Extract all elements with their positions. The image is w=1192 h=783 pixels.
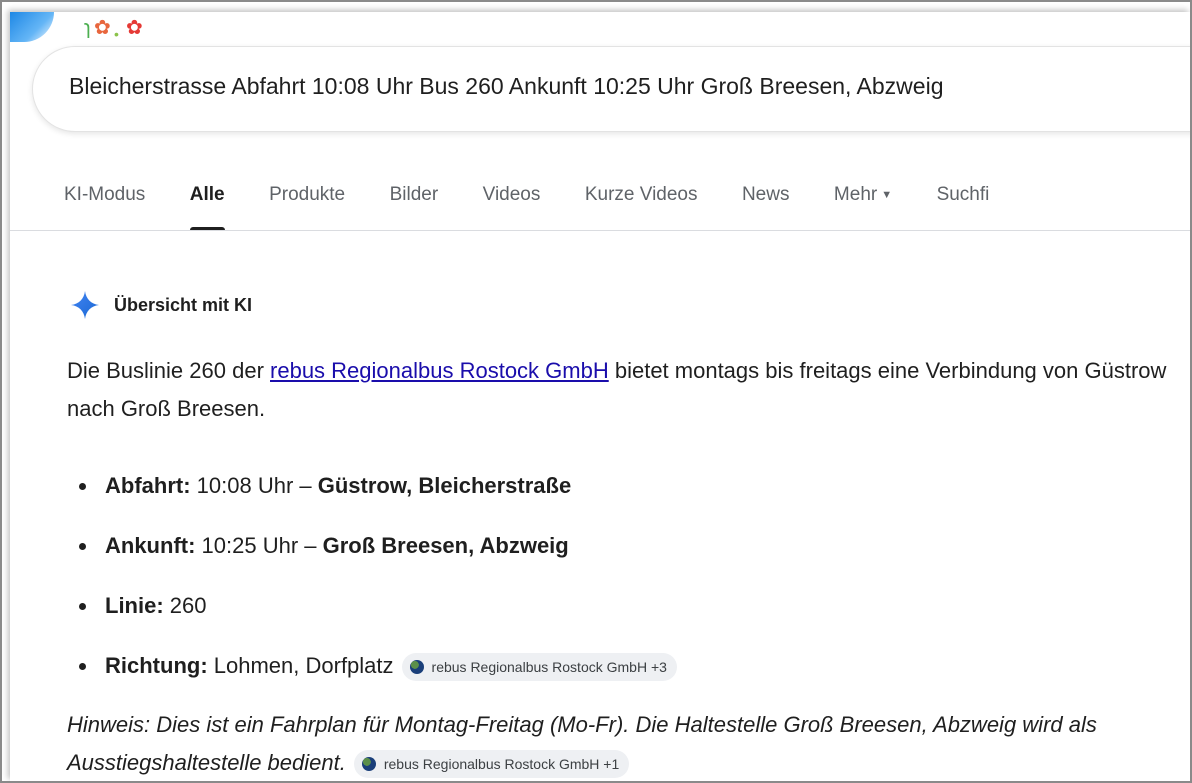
tab-bilder[interactable]: Bilder [390, 180, 439, 232]
rebus-favicon-icon [361, 757, 376, 772]
tab-videos[interactable]: Videos [483, 180, 541, 232]
bullet-label: Abfahrt: [105, 473, 191, 498]
tabs-divider [10, 230, 1190, 231]
flower-icon: ✿ [126, 17, 143, 39]
tab-mehr-label: Mehr [833, 184, 878, 206]
bullet-value: Lohmen, Dorfplatz [207, 653, 394, 678]
source-chip[interactable]: rebus Regionalbus Rostock GmbH +3 [401, 653, 677, 682]
tab-ki-modus[interactable]: KI-Modus [64, 180, 145, 232]
tab-alle[interactable]: Alle [189, 180, 225, 232]
bullet-value: 10:08 Uhr – [190, 473, 318, 498]
list-item-abfahrt: Abfahrt: 10:08 Uhr – Güstrow, Bleicherst… [67, 466, 677, 526]
intro-text: Die Buslinie 260 der [67, 358, 271, 383]
sparkle-icon [71, 291, 99, 319]
source-chip-label: rebus Regionalbus Rostock GmbH +3 [431, 659, 667, 676]
leaf-icon: • [114, 26, 119, 42]
list-item-linie: Linie: 260 [67, 586, 677, 646]
bullet-label: Linie: [105, 593, 164, 618]
flower-icon: ✿ [94, 17, 111, 39]
tab-news[interactable]: News [742, 180, 790, 232]
search-tabs: KI-Modus Alle Produkte Bilder Videos Kur… [64, 180, 989, 232]
tab-produkte[interactable]: Produkte [269, 180, 345, 232]
flower-stem-icon: ɿ [84, 17, 91, 39]
ai-overview-list: Abfahrt: 10:08 Uhr – Güstrow, Bleicherst… [67, 466, 677, 706]
bullet-bold-value: Güstrow, Bleicherstraße [317, 473, 572, 498]
bullet-bold-value: Groß Breesen, Abzweig [322, 533, 569, 558]
bullet-label: Richtung: [105, 653, 208, 678]
ai-overview-title: Übersicht mit KI [114, 294, 253, 315]
search-bar[interactable]: Bleicherstrasse Abfahrt 10:08 Uhr Bus 26… [32, 46, 1190, 132]
tab-kurze-videos[interactable]: Kurze Videos [585, 180, 698, 232]
rebus-link[interactable]: rebus Regionalbus Rostock GmbH [270, 358, 609, 383]
search-input[interactable]: Bleicherstrasse Abfahrt 10:08 Uhr Bus 26… [69, 73, 943, 100]
ai-overview-intro: Die Buslinie 260 der rebus Regionalbus R… [67, 352, 1167, 428]
tab-mehr[interactable]: Mehr ▼ [834, 180, 892, 232]
search-page: ɿ ✿ • ✿ Bleicherstrasse Abfahrt 10:08 Uh… [10, 12, 1190, 781]
list-item-richtung: Richtung: Lohmen, Dorfplatz rebus Regiona… [67, 646, 677, 706]
bullet-value: 260 [163, 593, 207, 618]
tab-suchfilter[interactable]: Suchfi [937, 180, 990, 232]
screenshot-frame: ɿ ✿ • ✿ Bleicherstrasse Abfahrt 10:08 Uh… [0, 0, 1192, 783]
doodle-swoosh [10, 12, 54, 42]
list-item-ankunft: Ankunft: 10:25 Uhr – Groß Breesen, Abzwe… [67, 526, 677, 586]
bullet-label: Ankunft: [105, 533, 196, 558]
bullet-value: 10:25 Uhr – [195, 533, 323, 558]
source-chip-label: rebus Regionalbus Rostock GmbH +1 [383, 756, 620, 773]
ai-overview-note: Hinweis: Dies ist ein Fahrplan für Monta… [67, 706, 1177, 781]
ai-overview-header: Übersicht mit KI [70, 290, 252, 320]
caret-down-icon: ▼ [881, 189, 893, 201]
rebus-favicon-icon [409, 660, 424, 675]
source-chip[interactable]: rebus Regionalbus Rostock GmbH +1 [353, 750, 630, 779]
